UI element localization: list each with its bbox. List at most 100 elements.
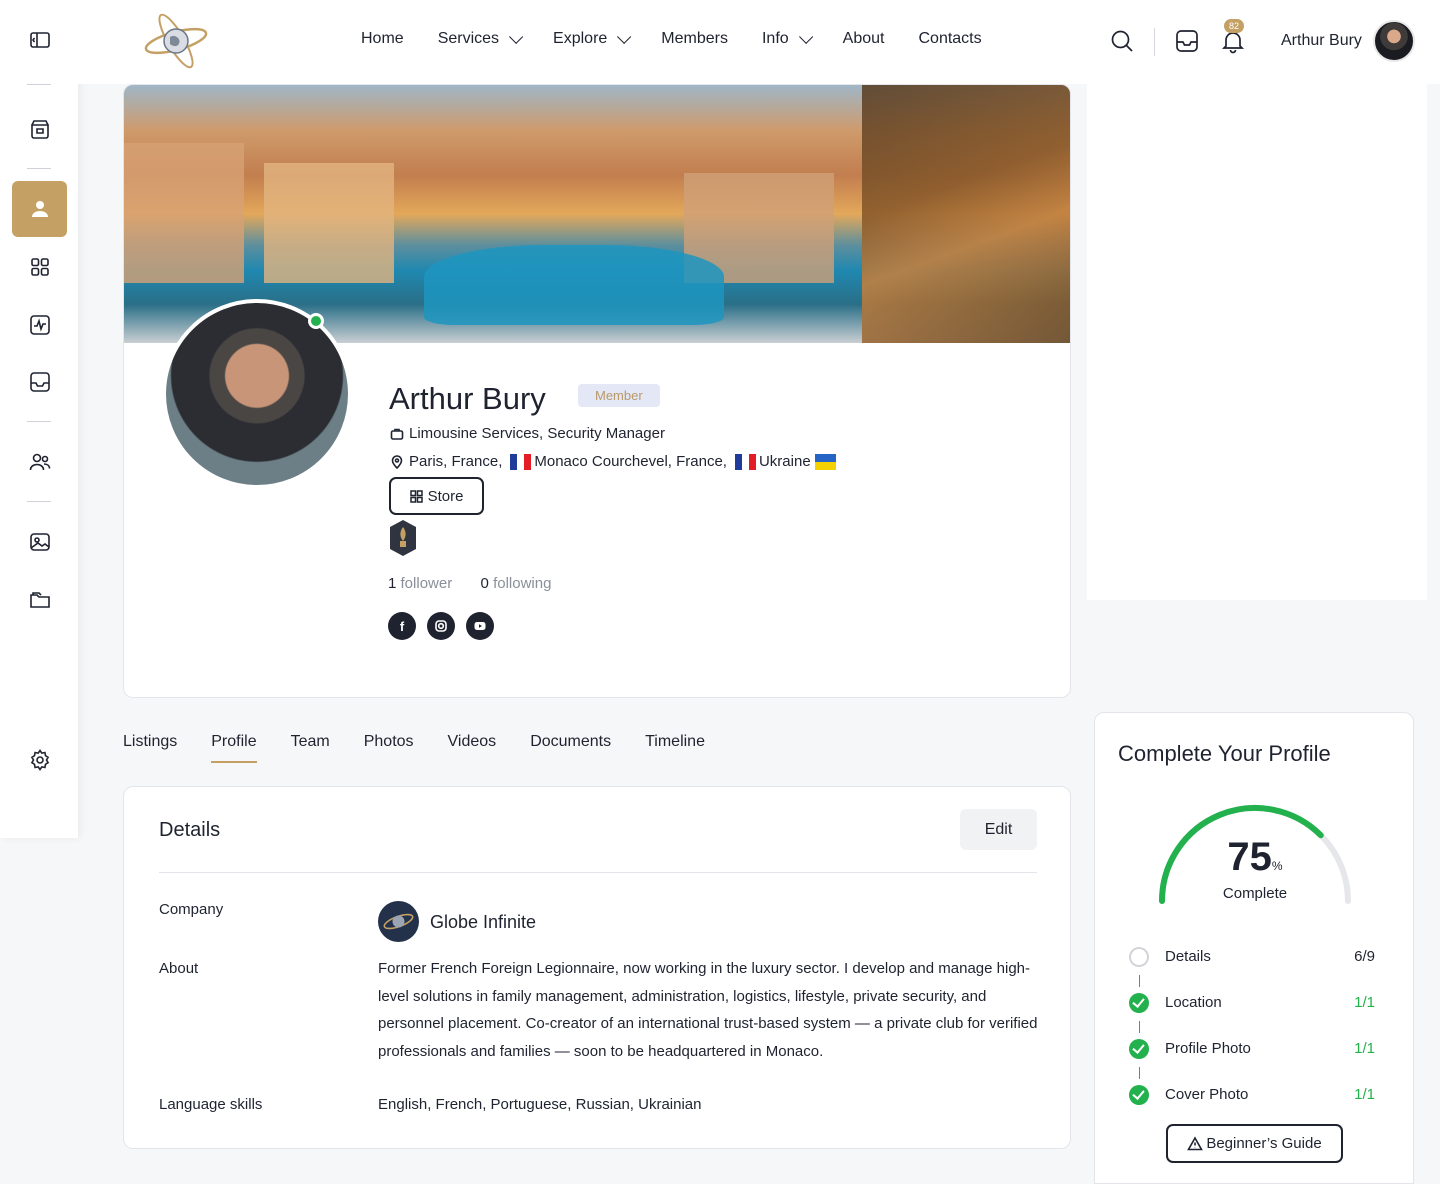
nav-label: About	[842, 30, 885, 47]
nav-label: Explore	[553, 30, 608, 47]
location-text: Paris, France,	[409, 453, 503, 470]
profile-locations: Paris, France, Monaco Courchevel, France…	[390, 453, 839, 470]
profile-card: Arthur Bury Member Limousine Services, S…	[123, 84, 1071, 698]
beginners-guide-button[interactable]: Beginner’s Guide	[1166, 1124, 1343, 1163]
nav-contacts[interactable]: Contacts	[918, 30, 981, 48]
cover-detail	[124, 143, 244, 283]
nav-label: Contacts	[918, 30, 982, 47]
percent-value: 75	[1227, 835, 1272, 879]
main-nav: Home Services Explore Members Info About…	[361, 29, 1016, 48]
profile-tabs: Listings Profile Team Photos Videos Docu…	[123, 733, 739, 763]
followers-label[interactable]: follower	[401, 575, 453, 592]
sidebar-divider	[27, 501, 51, 502]
header-user-name[interactable]: Arthur Bury	[1281, 32, 1362, 50]
chevron-down-icon	[798, 29, 813, 44]
tab-listings[interactable]: Listings	[123, 733, 177, 763]
header-avatar[interactable]	[1373, 20, 1415, 62]
progress-percent: 75%	[1095, 835, 1415, 880]
ukraine-flag-icon	[814, 453, 836, 470]
step-connector	[1139, 1021, 1140, 1033]
site-logo[interactable]	[142, 10, 210, 72]
sidebar-divider	[27, 168, 51, 169]
sidebar-divider	[27, 84, 51, 85]
step-location[interactable]: Location 1/1	[1129, 992, 1375, 1014]
profile-avatar[interactable]	[162, 299, 352, 489]
inbox-icon[interactable]	[12, 354, 67, 410]
cover-detail	[424, 245, 724, 325]
step-label: Profile Photo	[1165, 1040, 1251, 1057]
france-flag-icon	[734, 453, 756, 470]
nav-label: Members	[661, 30, 728, 47]
check-circle-icon	[1129, 1085, 1149, 1105]
settings-icon[interactable]	[12, 732, 67, 788]
followers-count[interactable]: 1	[388, 575, 396, 592]
users-icon[interactable]	[12, 434, 67, 490]
following-count[interactable]: 0	[481, 575, 489, 592]
panel-toggle-icon[interactable]	[12, 12, 67, 68]
search-icon[interactable]	[1109, 28, 1135, 54]
profile-icon[interactable]	[12, 181, 67, 237]
step-label: Location	[1165, 994, 1222, 1011]
gallery-icon[interactable]	[12, 514, 67, 570]
youtube-icon[interactable]	[466, 612, 494, 640]
folder-icon[interactable]	[12, 572, 67, 628]
grid-icon[interactable]	[12, 239, 67, 295]
complete-label: Complete	[1222, 885, 1288, 902]
language-value: English, French, Portuguese, Russian, Uk…	[378, 1096, 702, 1113]
side-panel	[1087, 84, 1427, 600]
store-label: Store	[427, 487, 464, 505]
nav-explore[interactable]: Explore	[553, 29, 632, 48]
store-button[interactable]: Store	[389, 477, 484, 515]
profile-occupation: Limousine Services, Security Manager	[390, 425, 665, 442]
guide-label: Beginner’s Guide	[1206, 1135, 1322, 1152]
store-icon[interactable]	[12, 101, 67, 157]
step-label: Cover Photo	[1165, 1086, 1249, 1103]
tab-team[interactable]: Team	[291, 733, 330, 763]
tab-videos[interactable]: Videos	[448, 733, 497, 763]
complete-profile-card: Complete Your Profile 75% Complete Detai…	[1094, 712, 1414, 1184]
company-logo	[378, 901, 419, 942]
warning-icon	[1187, 1135, 1204, 1150]
details-title: Details	[159, 819, 221, 841]
check-circle-icon	[1129, 993, 1149, 1013]
step-connector	[1139, 1067, 1140, 1079]
chevron-down-icon	[509, 29, 524, 44]
facebook-icon[interactable]: f	[388, 612, 416, 640]
nav-members[interactable]: Members	[661, 30, 728, 48]
instagram-icon[interactable]	[427, 612, 455, 640]
grid-icon	[409, 489, 423, 503]
nav-home[interactable]: Home	[361, 30, 404, 48]
step-profile-photo[interactable]: Profile Photo 1/1	[1129, 1038, 1375, 1060]
complete-profile-title: Complete Your Profile	[1118, 741, 1331, 766]
following-label[interactable]: following	[493, 575, 551, 592]
step-details[interactable]: Details 6/9	[1129, 946, 1375, 968]
tab-photos[interactable]: Photos	[364, 733, 414, 763]
about-label: About	[159, 960, 199, 977]
member-badge: Member	[578, 384, 660, 407]
edit-button[interactable]: Edit	[960, 809, 1037, 850]
step-count: 6/9	[1354, 948, 1375, 965]
pending-circle-icon	[1129, 947, 1149, 967]
tab-documents[interactable]: Documents	[530, 733, 611, 763]
nav-about[interactable]: About	[843, 30, 885, 48]
top-header: Home Services Explore Members Info About…	[78, 0, 1440, 84]
rank-badge-icon	[388, 519, 418, 557]
nav-info[interactable]: Info	[761, 29, 813, 48]
step-count: 1/1	[1354, 1040, 1375, 1057]
step-cover-photo[interactable]: Cover Photo 1/1	[1129, 1084, 1375, 1106]
nav-label: Info	[761, 30, 789, 47]
inbox-icon[interactable]	[1174, 28, 1200, 54]
cover-detail	[862, 85, 1070, 343]
sidebar	[0, 0, 78, 838]
tab-timeline[interactable]: Timeline	[645, 733, 705, 763]
company-name[interactable]: Globe Infinite	[430, 912, 536, 933]
tab-profile[interactable]: Profile	[211, 733, 257, 763]
step-count: 1/1	[1354, 1086, 1375, 1103]
sidebar-divider	[27, 421, 51, 422]
nav-services[interactable]: Services	[437, 29, 524, 48]
activity-icon[interactable]	[12, 297, 67, 353]
cover-detail	[264, 163, 394, 283]
nav-label: Services	[437, 30, 500, 47]
notification-badge: 82	[1224, 19, 1245, 33]
online-status-indicator	[308, 313, 324, 329]
